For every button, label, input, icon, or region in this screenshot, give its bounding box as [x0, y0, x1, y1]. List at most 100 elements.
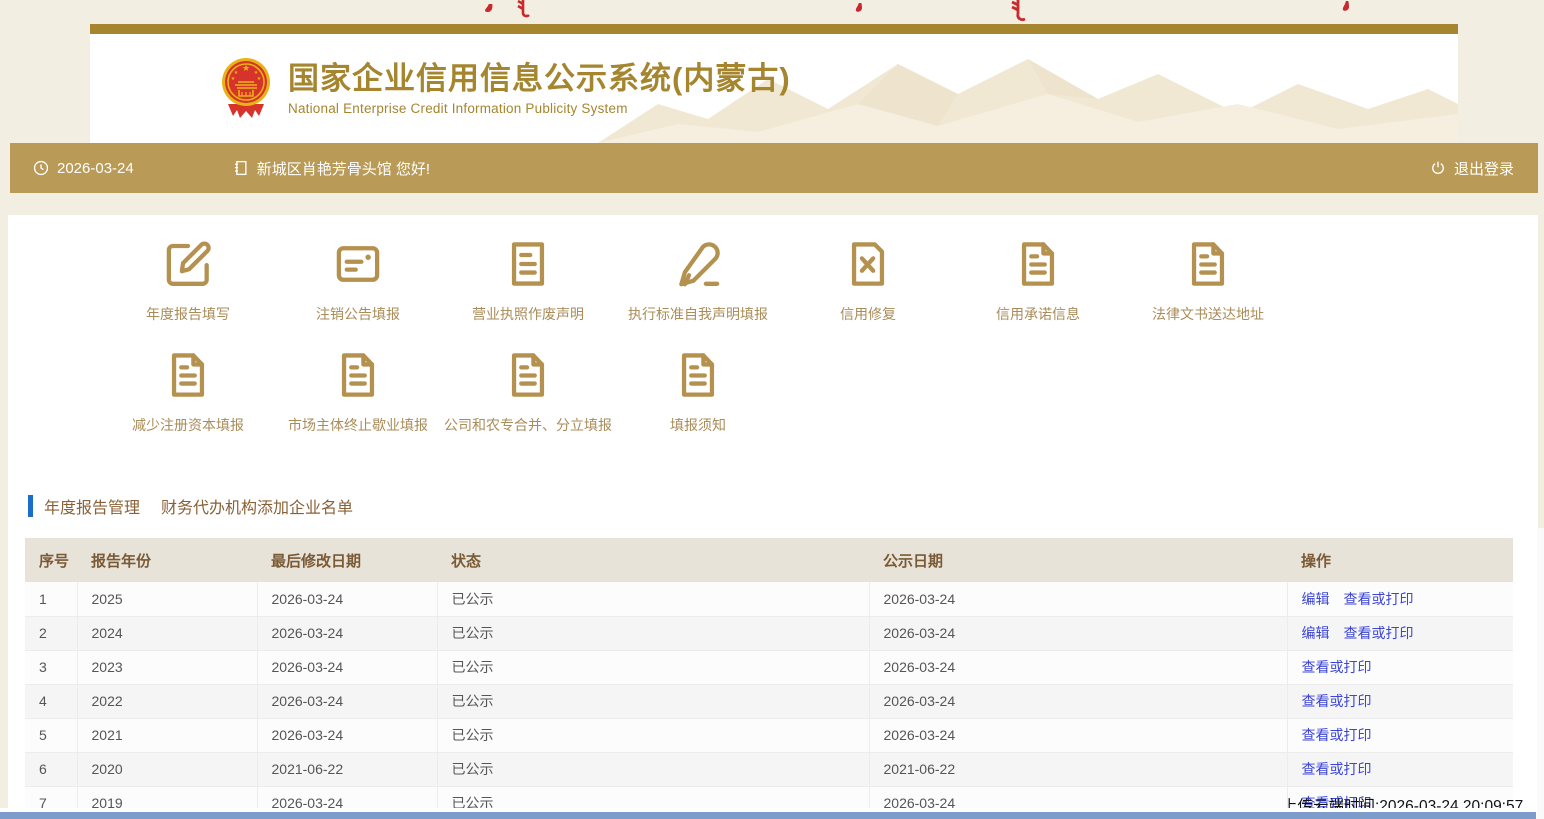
quick-action-item[interactable]: 营业执照作废声明	[443, 237, 613, 324]
table-cell-no: 4	[25, 684, 77, 718]
quick-action-label: 法律文书送达地址	[1152, 304, 1264, 324]
table-row: 320232026-03-24已公示2026-03-24查看或打印	[25, 650, 1513, 684]
table-row: 220242026-03-24已公示2026-03-24编辑查看或打印	[25, 616, 1513, 650]
user-bar: 2026-03-24 新城区肖艳芳骨头馆 您好! 退出登录	[10, 143, 1538, 193]
table-cell-year: 2021	[77, 718, 257, 752]
quick-action-item[interactable]: 填报须知	[613, 348, 783, 435]
table-cell-publish: 2026-03-24	[869, 616, 1287, 650]
table-cell-modified: 2026-03-24	[257, 650, 437, 684]
table-cell-modified: 2026-03-24	[257, 582, 437, 616]
quick-action-item[interactable]: 市场主体终止歇业填报	[273, 348, 443, 435]
main-content: 年度报告填写 注销公告填报营业执照作废声明 执行标准自我声明填报 信用修复 信用承诺信息…	[8, 215, 1538, 819]
card-announcement-icon	[331, 237, 385, 291]
quick-action-item[interactable]: 执行标准自我声明填报	[613, 237, 783, 324]
quick-action-item[interactable]: 公司和农专合并、分立填报	[443, 348, 613, 435]
quick-action-label: 执行标准自我声明填报	[628, 304, 768, 324]
table-cell-publish: 2026-03-24	[869, 718, 1287, 752]
view-or-print-link[interactable]: 查看或打印	[1302, 659, 1372, 675]
quick-action-item[interactable]: 减少注册资本填报	[103, 348, 273, 435]
quick-action-item[interactable]: 注销公告填报	[273, 237, 443, 324]
document-fold-icon	[331, 348, 385, 402]
table-cell-year: 2025	[77, 582, 257, 616]
table-cell-year: 2020	[77, 752, 257, 786]
tab-bar: 年度报告管理 财务代办机构添加企业名单	[28, 494, 374, 518]
table-cell-no: 3	[25, 650, 77, 684]
table-cell-status: 已公示	[437, 650, 869, 684]
svg-text:★: ★	[231, 76, 236, 82]
site-title: 国家企业信用信息公示系统(内蒙古)	[288, 62, 791, 96]
table-cell-actions: 查看或打印	[1287, 650, 1513, 684]
table-cell-modified: 2026-03-24	[257, 616, 437, 650]
quick-action-item[interactable]: 信用承诺信息	[953, 237, 1123, 324]
quick-action-label: 填报须知	[670, 415, 726, 435]
svg-text:★: ★	[257, 76, 262, 82]
header: ★ ★ ★ ★ ★ 国家企业信用信息公示系统(内蒙古) National Ent…	[90, 24, 1458, 143]
quick-action-item[interactable]: 年度报告填写	[103, 237, 273, 324]
quick-action-label: 减少注册资本填报	[132, 415, 244, 435]
table-cell-publish: 2026-03-24	[869, 684, 1287, 718]
table-cell-actions: 查看或打印	[1287, 752, 1513, 786]
table-cell-status: 已公示	[437, 684, 869, 718]
table-header-cell: 状态	[437, 538, 869, 582]
mongolian-script-glyph	[853, 0, 865, 18]
tab-annual-report-management[interactable]: 年度报告管理	[44, 494, 140, 518]
view-or-print-link[interactable]: 查看或打印	[1302, 727, 1372, 743]
view-or-print-link[interactable]: 查看或打印	[1302, 693, 1372, 709]
document-fold-icon	[161, 348, 215, 402]
quick-action-label: 营业执照作废声明	[472, 304, 584, 324]
edit-link[interactable]: 编辑	[1302, 591, 1330, 607]
quick-action-item[interactable]: 法律文书送达地址	[1123, 237, 1293, 324]
site-subtitle: National Enterprise Credit Information P…	[288, 101, 791, 116]
table-cell-year: 2023	[77, 650, 257, 684]
table-cell-modified: 2021-06-22	[257, 752, 437, 786]
edit-link[interactable]: 编辑	[1302, 625, 1330, 641]
table-header-cell: 序号	[25, 538, 77, 582]
logout-button[interactable]: 退出登录	[1429, 158, 1514, 179]
table-row: 420222026-03-24已公示2026-03-24查看或打印	[25, 684, 1513, 718]
user-greeting: 新城区肖艳芳骨头馆 您好!	[232, 158, 430, 179]
quick-action-label: 年度报告填写	[146, 304, 230, 324]
mongolian-script-glyph	[1340, 0, 1352, 18]
document-fold-icon	[501, 348, 555, 402]
national-emblem-logo: ★ ★ ★ ★ ★	[218, 56, 274, 122]
view-or-print-link[interactable]: 查看或打印	[1302, 761, 1372, 777]
view-or-print-link[interactable]: 查看或打印	[1344, 625, 1414, 641]
table-cell-no: 2	[25, 616, 77, 650]
tab-accent-bar	[28, 495, 33, 517]
table-header-cell: 操作	[1287, 538, 1513, 582]
page: ★ ★ ★ ★ ★ 国家企业信用信息公示系统(内蒙古) National Ent…	[0, 0, 1544, 819]
table-cell-status: 已公示	[437, 718, 869, 752]
table-cell-year: 2024	[77, 616, 257, 650]
table-cell-actions: 查看或打印	[1287, 684, 1513, 718]
table-cell-publish: 2026-03-24	[869, 582, 1287, 616]
table-cell-actions: 编辑查看或打印	[1287, 582, 1513, 616]
header-top-strip	[90, 24, 1458, 34]
clock-icon	[32, 159, 50, 177]
table-cell-publish: 2026-03-24	[869, 650, 1287, 684]
view-or-print-link[interactable]: 查看或打印	[1344, 591, 1414, 607]
document-fold-icon	[1181, 237, 1235, 291]
table-cell-publish: 2021-06-22	[869, 752, 1287, 786]
table-cell-year: 2022	[77, 684, 257, 718]
table-row: 620202021-06-22已公示2021-06-22查看或打印	[25, 752, 1513, 786]
table-cell-no: 1	[25, 582, 77, 616]
table-row: 520212026-03-24已公示2026-03-24查看或打印	[25, 718, 1513, 752]
table-cell-modified: 2026-03-24	[257, 718, 437, 752]
annual-report-table: 序号报告年份最后修改日期状态公示日期操作 120252026-03-24已公示2…	[25, 538, 1513, 819]
scrollbar-track[interactable]	[1537, 528, 1544, 819]
document-lines-icon	[501, 237, 555, 291]
quick-action-label: 信用承诺信息	[996, 304, 1080, 324]
document-fold-icon	[1011, 237, 1065, 291]
quick-action-item[interactable]: 信用修复	[783, 237, 953, 324]
tab-financial-agency-enterprise-list[interactable]: 财务代办机构添加企业名单	[161, 494, 353, 518]
mongolian-script-glyph	[483, 0, 495, 18]
bottom-edge-bar	[0, 812, 1536, 819]
table-cell-no: 5	[25, 718, 77, 752]
quick-actions-grid: 年度报告填写 注销公告填报营业执照作废声明 执行标准自我声明填报 信用修复 信用承诺信息…	[8, 215, 1538, 435]
table-header-cell: 最后修改日期	[257, 538, 437, 582]
table-cell-modified: 2026-03-24	[257, 684, 437, 718]
quick-action-label: 信用修复	[840, 304, 896, 324]
table-header-cell: 公示日期	[869, 538, 1287, 582]
power-icon	[1429, 159, 1447, 177]
table-cell-status: 已公示	[437, 752, 869, 786]
